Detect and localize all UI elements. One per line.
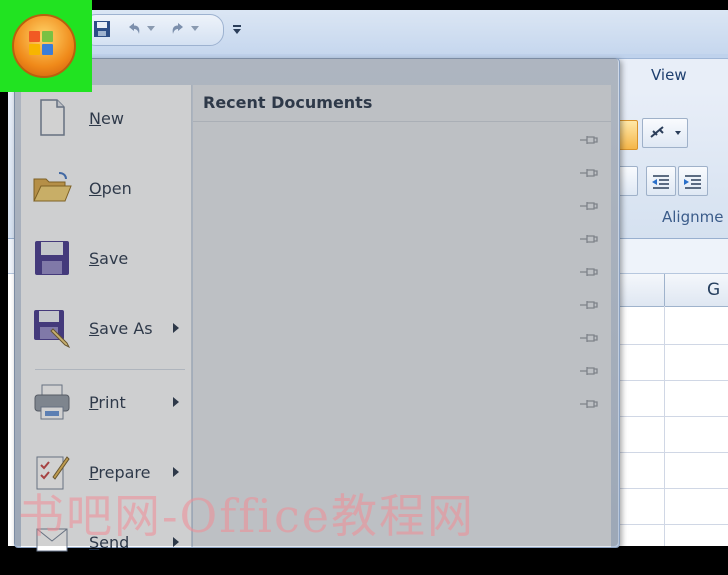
- increase-indent-icon: [684, 175, 701, 189]
- pin-icon[interactable]: [579, 265, 599, 279]
- undo-dropdown-icon[interactable]: [147, 26, 155, 31]
- grid-line: [608, 380, 728, 381]
- orientation-button[interactable]: [642, 118, 688, 148]
- pin-icon[interactable]: [579, 199, 599, 213]
- text-orientation-icon: [650, 126, 681, 138]
- menu-item-print[interactable]: Print: [21, 373, 191, 435]
- new-document-icon: [40, 99, 65, 136]
- recent-divider: [193, 121, 611, 122]
- office-button-highlight: [0, 0, 92, 92]
- menu-item-label: Print: [89, 393, 126, 412]
- menu-item-label: Save As: [89, 319, 153, 338]
- decrease-indent-button[interactable]: [646, 166, 676, 196]
- menu-item-label: New: [89, 109, 124, 128]
- column-header-g[interactable]: G: [665, 274, 728, 307]
- submenu-arrow-icon: [173, 397, 179, 407]
- menu-item-open[interactable]: Open: [21, 159, 191, 221]
- office-logo-icon: [29, 31, 40, 42]
- redo-dropdown-icon[interactable]: [191, 26, 199, 31]
- pin-icon[interactable]: [579, 364, 599, 378]
- office-logo-icon: [29, 44, 40, 55]
- save-as-icon: [34, 310, 71, 349]
- office-menu-commands: New Open Save Save As Print Prepare Send: [21, 85, 192, 552]
- submenu-arrow-icon: [173, 323, 179, 333]
- tab-view[interactable]: View: [608, 58, 728, 91]
- menu-item-label: Save: [89, 249, 129, 268]
- pin-icon[interactable]: [579, 298, 599, 312]
- office-logo-icon: [42, 31, 53, 42]
- customize-toolbar-icon[interactable]: [232, 24, 242, 36]
- office-button[interactable]: [12, 14, 76, 78]
- save-disk-icon: [35, 241, 69, 275]
- submenu-arrow-icon: [173, 467, 179, 477]
- title-bar: [8, 10, 728, 54]
- grid-line: [608, 488, 728, 489]
- increase-indent-button[interactable]: [678, 166, 708, 196]
- pin-icon[interactable]: [579, 397, 599, 411]
- grid-line: [608, 344, 728, 345]
- alignment-group-label: Alignme: [662, 208, 724, 226]
- pin-icon[interactable]: [579, 331, 599, 345]
- decrease-indent-icon: [652, 175, 669, 189]
- menu-item-save-as[interactable]: Save As: [21, 299, 191, 361]
- office-logo-icon: [42, 44, 53, 55]
- printer-icon: [34, 384, 70, 420]
- grid-line: [608, 452, 728, 453]
- menu-item-new[interactable]: New: [21, 89, 191, 151]
- undo-icon[interactable]: [125, 20, 143, 38]
- menu-item-save[interactable]: Save: [21, 229, 191, 291]
- pin-icon[interactable]: [579, 232, 599, 246]
- office-menu: New Open Save Save As Print Prepare Send…: [14, 58, 620, 552]
- recent-documents-panel: Recent Documents: [193, 85, 611, 547]
- redo-icon[interactable]: [169, 20, 187, 38]
- recent-documents-title: Recent Documents: [203, 93, 373, 112]
- menu-item-label: Open: [89, 179, 132, 198]
- menu-divider: [35, 369, 185, 370]
- pin-icon[interactable]: [579, 166, 599, 180]
- save-icon[interactable]: [93, 20, 111, 38]
- grid-line: [664, 306, 665, 546]
- pin-icon[interactable]: [579, 133, 599, 147]
- grid-line: [608, 524, 728, 525]
- quick-access-toolbar: [82, 14, 224, 46]
- open-folder-icon: [33, 172, 72, 202]
- grid-line: [608, 416, 728, 417]
- watermark: 书吧网-Office教程网: [18, 489, 476, 543]
